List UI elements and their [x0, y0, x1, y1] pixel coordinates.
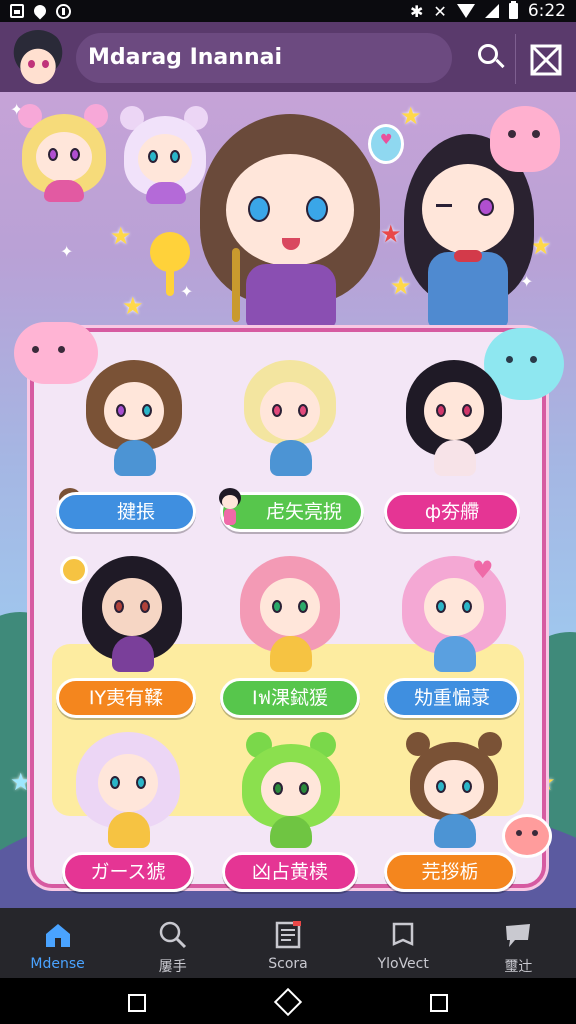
chat-icon: [506, 924, 531, 947]
card-3-character[interactable]: [406, 360, 502, 478]
nav-label: Mdense: [30, 956, 85, 972]
book-icon: [392, 922, 414, 946]
home-icon: [45, 924, 70, 947]
nav-item-home[interactable]: Mdense: [0, 908, 115, 978]
nav-label: 屢手: [158, 959, 187, 975]
nav-item-yloviect[interactable]: YloVect: [346, 908, 461, 978]
back-button[interactable]: [128, 994, 146, 1012]
nav-label: Scora: [268, 956, 308, 972]
card-2-character[interactable]: [244, 360, 336, 478]
star-icon: ★: [10, 768, 32, 796]
character-blonde-bear-ears: [18, 104, 110, 204]
star-icon: ★: [380, 220, 402, 248]
character-main-brown-hair: [200, 114, 380, 328]
star-icon: ★: [122, 292, 144, 320]
card-1-name-button[interactable]: 揵掁: [56, 492, 196, 532]
app-screen: ✱ ✕ 6:22 Mdarag Inannai ✦ ✦ ✦ ✦ ★ ★ ★ ★ …: [0, 0, 576, 1024]
home-button[interactable]: [273, 987, 303, 1017]
card-8-character[interactable]: [242, 732, 340, 850]
card-5-name-button[interactable]: Ιฟ淉鋱猨: [220, 678, 360, 718]
bluetooth-icon: ✱: [410, 1, 424, 21]
card-6-name-button[interactable]: 劮重惼菉: [384, 678, 520, 718]
app-title-pill[interactable]: Mdarag Inannai: [76, 33, 452, 83]
recents-button[interactable]: [430, 994, 448, 1012]
avatar[interactable]: [10, 30, 66, 86]
nav-item-search[interactable]: 屢手: [115, 908, 230, 978]
status-time: 6:22: [527, 1, 566, 21]
no-signal-icon: ✕: [433, 1, 447, 21]
cell-signal-icon: [484, 4, 499, 18]
sparkle-icon: ✦: [60, 242, 74, 261]
blue-balloon: ♥: [368, 124, 406, 184]
card-7-character[interactable]: [76, 732, 180, 850]
info-notification-icon: [56, 3, 71, 19]
close-grid-button[interactable]: [528, 42, 564, 78]
card-2-mini-avatar: [216, 488, 244, 528]
bottom-navigation: Mdense 屢手 Scora YloVect 璽辻: [0, 908, 576, 978]
card-1-character[interactable]: [86, 360, 182, 478]
card-3-name-button[interactable]: ф夯艜: [384, 492, 520, 532]
app-bar-divider: [515, 34, 516, 84]
nav-label: 璽辻: [504, 959, 533, 975]
card-9-character[interactable]: [406, 732, 502, 850]
gallery-notification-icon: [10, 4, 24, 18]
location-icon: [31, 2, 49, 20]
wifi-icon: [456, 4, 475, 18]
pink-ghost-mascot: [490, 106, 566, 186]
nav-item-community[interactable]: 璽辻: [461, 908, 576, 978]
character-lilac-bear-ears: [120, 106, 210, 206]
app-title: Mdarag Inannai: [88, 45, 282, 70]
character-gallery: ✦ ✦ ✦ ✦ ✦ ✦ ★ ★ ★ ★ ★ ★ ★ ★: [0, 92, 576, 908]
card-7-name-button[interactable]: ガース猇: [62, 852, 194, 892]
nav-item-score[interactable]: Scora: [230, 908, 345, 978]
heart-icon: ♥: [472, 556, 494, 584]
card-4-character[interactable]: [82, 556, 182, 674]
nav-label: YloVect: [377, 956, 429, 972]
flower-badge-icon: [60, 556, 88, 584]
search-button[interactable]: [472, 40, 512, 80]
search-icon: [159, 921, 186, 949]
list-icon: [275, 921, 301, 949]
card-9-name-button[interactable]: 芫拶栃: [384, 852, 516, 892]
card-5-character[interactable]: [240, 556, 340, 674]
system-navigation-bar: [0, 978, 576, 1024]
status-bar: ✱ ✕ 6:22: [0, 0, 576, 22]
app-bar: Mdarag Inannai: [0, 22, 576, 92]
card-4-name-button[interactable]: ΙΥ夷有鞣: [56, 678, 196, 718]
yellow-blob-mascot: [150, 232, 194, 298]
crossed-box-icon: [530, 44, 562, 76]
battery-icon: [508, 1, 518, 19]
card-8-name-button[interactable]: 凶占黄椟: [222, 852, 358, 892]
star-icon: ★: [110, 222, 132, 250]
